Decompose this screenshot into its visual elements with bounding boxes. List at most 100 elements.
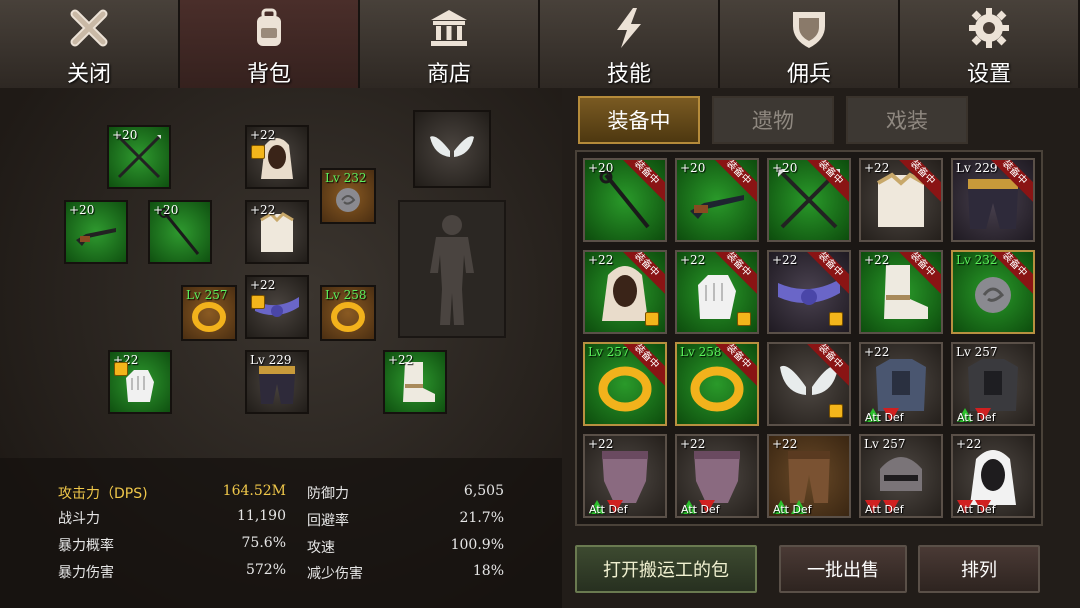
equip-slot-staff[interactable]: +20 — [148, 200, 212, 264]
item-level: +22 — [864, 161, 890, 175]
item-level: +22 — [588, 253, 614, 267]
lock-icon — [251, 145, 265, 159]
character-stats-panel — [0, 458, 562, 608]
item-level: +20 — [680, 161, 706, 175]
bulk-sell-button[interactable]: 一批出售 — [779, 545, 907, 593]
stat-attack-speed-label: 攻速 — [307, 540, 335, 556]
item-level: Lv 257 — [588, 345, 630, 359]
tab-relics[interactable]: 遗物 — [712, 96, 834, 144]
equip-slot-pants[interactable]: Lv 229 — [245, 350, 309, 414]
item-level: Lv 229 — [956, 161, 998, 175]
item-level: Lv 232 — [956, 253, 998, 267]
lock-icon — [829, 312, 843, 326]
lock-icon — [829, 404, 843, 418]
stat-damage-reduction-value: 18% — [472, 563, 504, 579]
item-level: Lv 257 — [956, 345, 998, 359]
inventory-item[interactable]: Lv 229 装备中 — [951, 158, 1035, 242]
compare-label: Att Def — [681, 503, 720, 516]
compare-label: Att Def — [865, 411, 904, 424]
slot-level: Lv 258 — [325, 288, 367, 302]
item-level: +22 — [772, 253, 798, 267]
lock-icon — [645, 312, 659, 326]
inventory-item[interactable]: +22 装备中 — [583, 250, 667, 334]
equip-slot-musket[interactable]: +20 — [64, 200, 128, 264]
inventory-item[interactable]: Lv 257 装备中 — [583, 342, 667, 426]
equip-slot-belt[interactable]: +22 — [245, 275, 309, 339]
stat-attack-value: 164.52M — [222, 483, 286, 499]
nav-backpack[interactable]: 背包 — [180, 0, 360, 88]
lock-icon — [251, 295, 265, 309]
item-level: +22 — [588, 437, 614, 451]
inventory-grid: +20 装备中 +20 装备中 +20 装备中 +22 装备中 Lv 229 装… — [575, 150, 1043, 526]
inventory-item[interactable]: +22 Att Def — [583, 434, 667, 518]
stat-power-label: 战斗力 — [58, 511, 100, 527]
item-level: +22 — [680, 437, 706, 451]
equip-slot-boots[interactable]: +22 — [383, 350, 447, 414]
item-level: +20 — [588, 161, 614, 175]
equip-slot-amulet[interactable]: Lv 232 — [320, 168, 376, 224]
tab-costumes[interactable]: 戏装 — [846, 96, 968, 144]
inventory-item[interactable]: +20 装备中 — [675, 158, 759, 242]
stat-dodge-value: 21.7% — [459, 510, 504, 526]
stat-defense-value: 6,505 — [463, 483, 504, 499]
inventory-item[interactable]: +22 Att Def — [951, 434, 1035, 518]
inventory-item[interactable]: Lv 257 Att Def — [859, 434, 943, 518]
inventory-item[interactable]: +22 装备中 — [859, 250, 943, 334]
sort-button[interactable]: 排列 — [918, 545, 1040, 593]
open-porter-bag-button[interactable]: 打开搬运工的包 — [575, 545, 757, 593]
item-level: Lv 257 — [864, 437, 906, 451]
stat-attack-speed-value: 100.9% — [450, 537, 504, 553]
stat-dodge-label: 回避率 — [307, 513, 349, 529]
stat-crit-damage-value: 572% — [245, 562, 286, 578]
stat-defense-label: 防御力 — [307, 486, 349, 502]
inventory-item[interactable]: +22 Att Def — [675, 434, 759, 518]
compare-label: Att Def — [773, 503, 812, 516]
equip-slot-gloves[interactable]: +22 — [108, 350, 172, 414]
backpack-icon — [257, 8, 281, 46]
item-level: +20 — [772, 161, 798, 175]
nav-settings[interactable]: 设置 — [900, 0, 1080, 88]
inventory-item[interactable]: Lv 258 装备中 — [675, 342, 759, 426]
equip-slot-hood[interactable]: +22 — [245, 125, 309, 189]
slot-level: +22 — [388, 353, 414, 367]
wings-icon — [430, 136, 474, 157]
character-silhouette — [398, 200, 506, 338]
equip-slot-ring-right[interactable]: Lv 258 — [320, 285, 376, 341]
inventory-item[interactable]: 装备中 — [767, 342, 851, 426]
lock-icon — [737, 312, 751, 326]
inventory-item[interactable]: +22 装备中 — [675, 250, 759, 334]
nav-mercenary[interactable]: 佣兵 — [720, 0, 900, 88]
stat-damage-reduction-label: 减少伤害 — [307, 566, 363, 582]
nav-mercenary-label: 佣兵 — [786, 62, 831, 87]
inventory-item[interactable]: +22 Att Def — [859, 342, 943, 426]
slot-level: +20 — [69, 203, 95, 217]
compare-label: Att Def — [865, 503, 904, 516]
slot-level: Lv 229 — [250, 353, 292, 367]
equip-slot-wings[interactable] — [413, 110, 491, 188]
inventory-item[interactable]: Lv 232 装备中 — [951, 250, 1035, 334]
stat-crit-label: 暴力概率 — [58, 538, 114, 554]
shop-icon — [431, 10, 467, 46]
tab-equipped[interactable]: 装备中 — [578, 96, 700, 144]
inventory-item[interactable]: +20 装备中 — [583, 158, 667, 242]
inventory-item[interactable]: +22 Att Def — [767, 434, 851, 518]
nav-shop[interactable]: 商店 — [360, 0, 540, 88]
equip-slot-weapon-spears[interactable]: +20 — [107, 125, 171, 189]
slot-level: +22 — [250, 203, 276, 217]
item-level: +22 — [864, 253, 890, 267]
lightning-icon — [617, 8, 641, 48]
inventory-item[interactable]: +22 装备中 — [859, 158, 943, 242]
nav-skills[interactable]: 技能 — [540, 0, 720, 88]
inventory-item[interactable]: +22 装备中 — [767, 250, 851, 334]
item-level: Lv 258 — [680, 345, 722, 359]
inventory-item[interactable]: Lv 257 Att Def — [951, 342, 1035, 426]
item-level: +22 — [680, 253, 706, 267]
top-navigation: 关闭 背包 商店 技能 佣兵 设置 — [0, 0, 1080, 88]
stat-crit-damage-label: 暴力伤害 — [58, 565, 114, 581]
equip-slot-ring-left[interactable]: Lv 257 — [181, 285, 237, 341]
nav-close[interactable]: 关闭 — [0, 0, 180, 88]
slot-level: Lv 257 — [186, 288, 228, 302]
equip-slot-chest[interactable]: +22 — [245, 200, 309, 264]
compare-label: Att Def — [957, 503, 996, 516]
inventory-item[interactable]: +20 装备中 — [767, 158, 851, 242]
